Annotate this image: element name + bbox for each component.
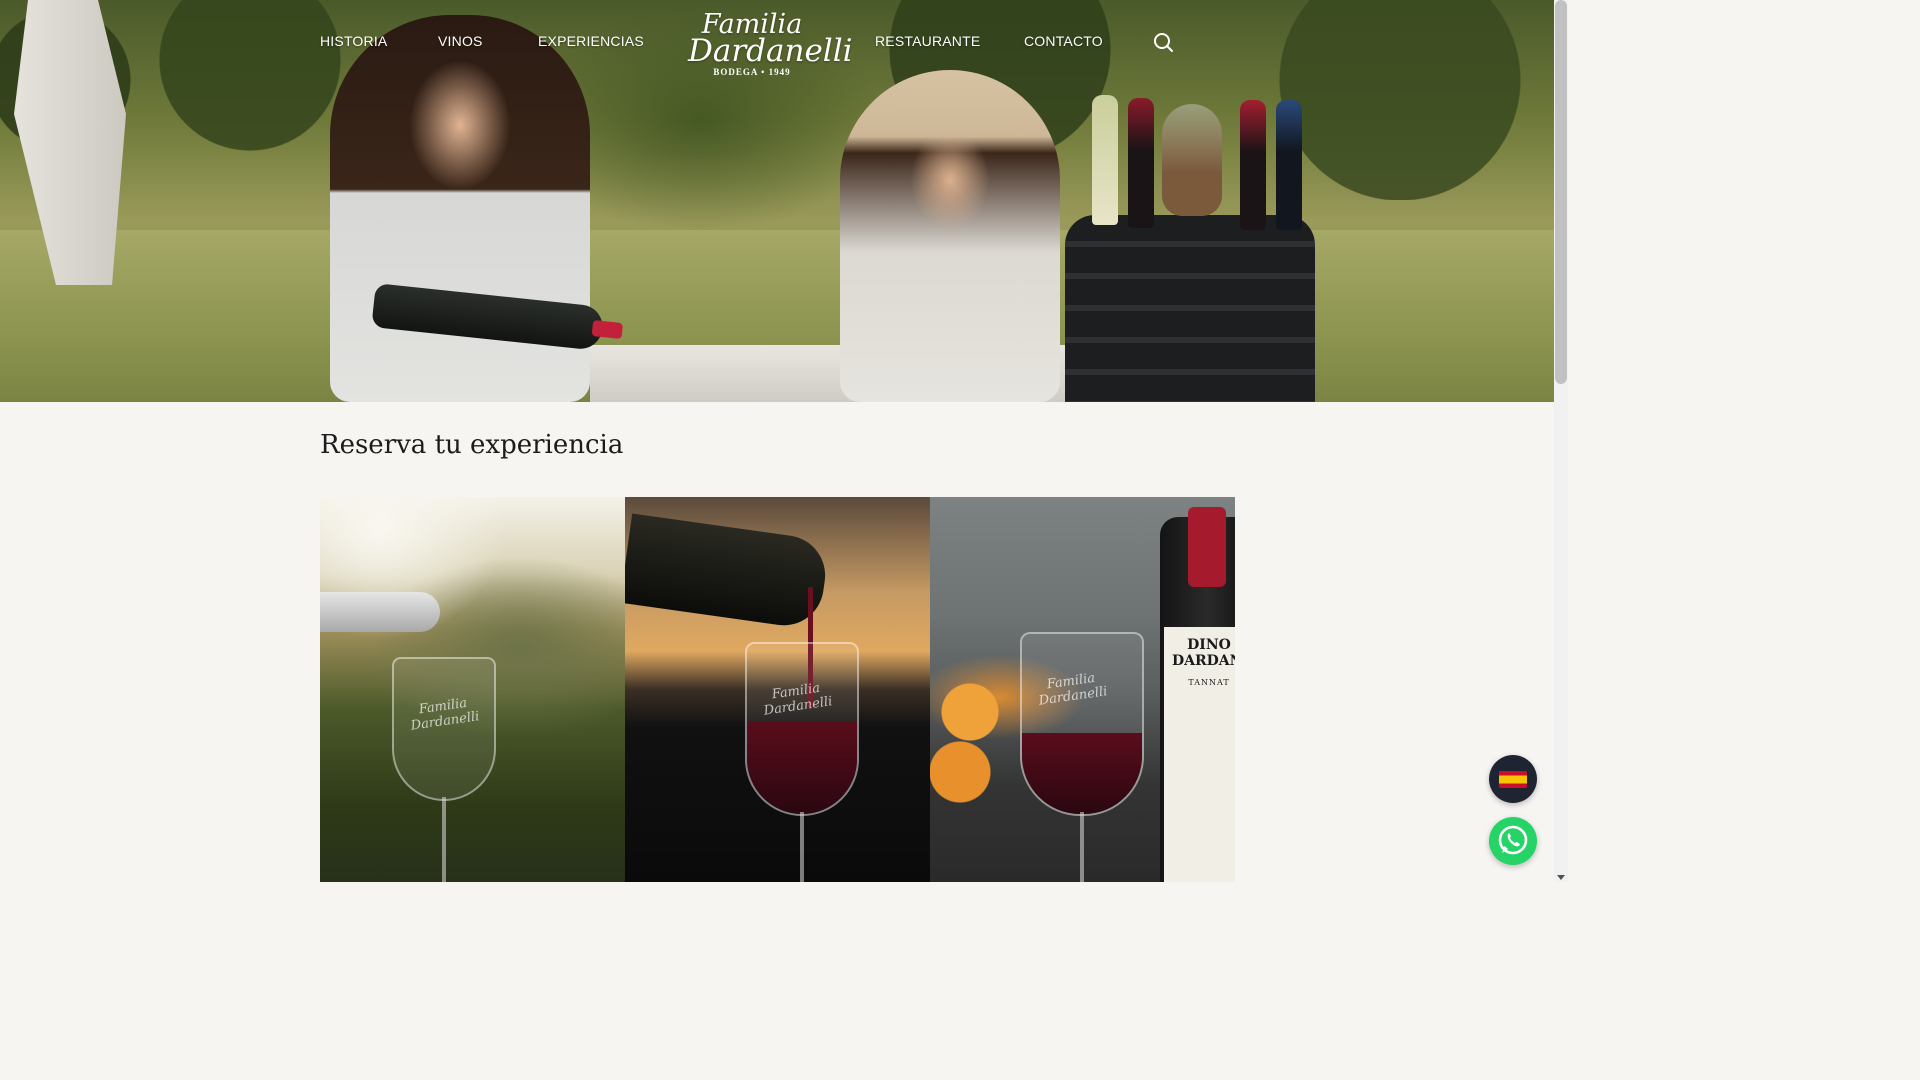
nav-historia[interactable]: HISTORIA <box>320 33 387 49</box>
language-button[interactable] <box>1489 755 1537 803</box>
brand-logo[interactable]: Familia Dardanelli BODEGA • 1949 <box>684 11 853 77</box>
experience-cards: Familia Dardanelli Familia Dardanelli Fa… <box>320 497 1235 882</box>
whatsapp-button[interactable] <box>1489 817 1537 865</box>
search-button[interactable] <box>1152 31 1174 53</box>
glass-stem <box>800 812 804 882</box>
hero-bottle <box>1092 95 1118 225</box>
section-title: Reserva tu experiencia <box>320 430 624 460</box>
hero-bottle <box>1162 104 1222 216</box>
page-scrollbar[interactable] <box>1554 0 1568 882</box>
logo-line-2: Dardanelli <box>688 33 853 69</box>
wine-glass: Familia Dardanelli <box>745 642 859 882</box>
scroll-down-arrow-icon[interactable] <box>1557 875 1565 880</box>
tannat-bottle: DINO DARDANELLI TANNAT <box>1160 507 1235 882</box>
experience-card-red-wine-pour[interactable]: Familia Dardanelli <box>625 497 930 882</box>
red-wine-bottle <box>625 513 831 631</box>
hero-woman-hat <box>840 70 1060 402</box>
experience-card-white-wine[interactable]: Familia Dardanelli <box>320 497 625 882</box>
wine-glass: Familia Dardanelli <box>1020 632 1144 882</box>
nav-contacto[interactable]: CONTACTO <box>1024 33 1103 49</box>
nav-restaurante[interactable]: RESTAURANTE <box>875 33 980 49</box>
whatsapp-icon <box>1498 825 1528 855</box>
bottle-capsule <box>1188 507 1226 587</box>
spain-flag-icon <box>1499 771 1527 788</box>
white-wine-bottle <box>320 592 440 632</box>
glass-wine <box>747 720 857 814</box>
scrollbar-thumb[interactable] <box>1555 0 1567 384</box>
hero-bottle <box>1240 100 1266 230</box>
bottle-name: DINO DARDANELLI <box>1172 637 1235 669</box>
experience-card-tannat[interactable]: Familia Dardanelli DINO DARDANELLI TANNA… <box>930 497 1235 882</box>
glass-stem <box>442 797 446 882</box>
bottle-variety: TANNAT <box>1188 678 1230 687</box>
hero-bottle <box>1128 98 1154 228</box>
glass-stem <box>1080 812 1084 882</box>
nav-experiencias[interactable]: EXPERIENCIAS <box>538 33 644 49</box>
main-nav: HISTORIA VINOS EXPERIENCIAS Familia Dard… <box>0 0 1554 84</box>
glass-logo: Familia Dardanelli <box>1037 670 1109 709</box>
glass-wine <box>1022 733 1142 814</box>
glass-logo: Familia Dardanelli <box>409 695 481 734</box>
hero-bottle <box>1276 100 1302 230</box>
wine-glass: Familia Dardanelli <box>392 657 496 882</box>
nav-vinos[interactable]: VINOS <box>438 33 483 49</box>
orange-slices <box>930 682 1010 812</box>
glass-logo: Familia Dardanelli <box>762 680 834 719</box>
hero-barrel <box>1065 215 1315 402</box>
search-icon <box>1154 33 1173 52</box>
bottle-label: DINO DARDANELLI TANNAT <box>1172 637 1235 691</box>
